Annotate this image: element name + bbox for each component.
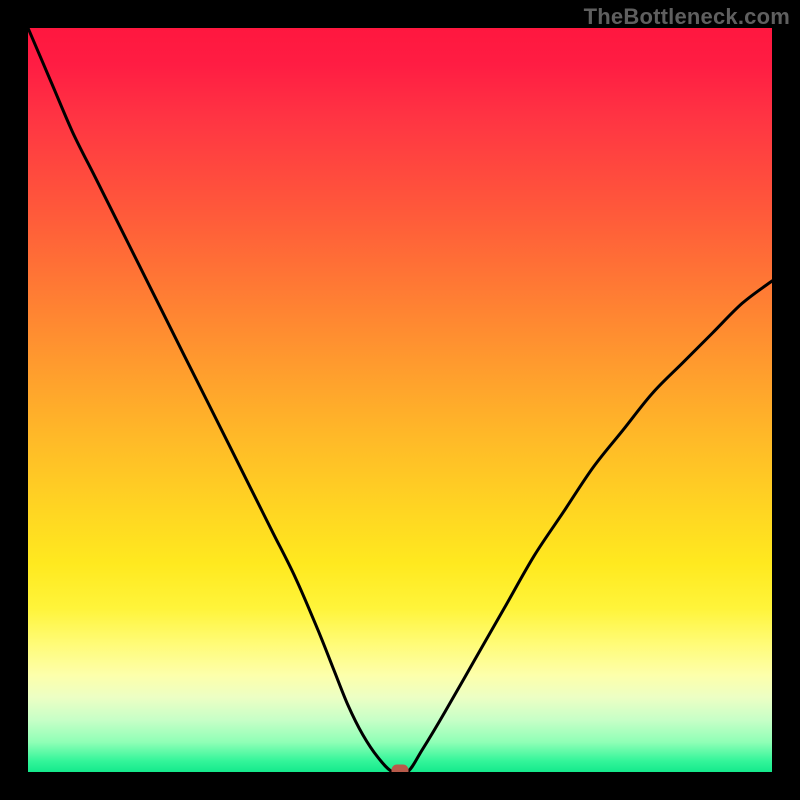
chart-svg (28, 28, 772, 772)
chart-frame: TheBottleneck.com (0, 0, 800, 800)
plot-area (28, 28, 772, 772)
min-marker (392, 765, 408, 772)
watermark-text: TheBottleneck.com (584, 4, 790, 30)
bottleneck-curve-path (28, 28, 772, 772)
